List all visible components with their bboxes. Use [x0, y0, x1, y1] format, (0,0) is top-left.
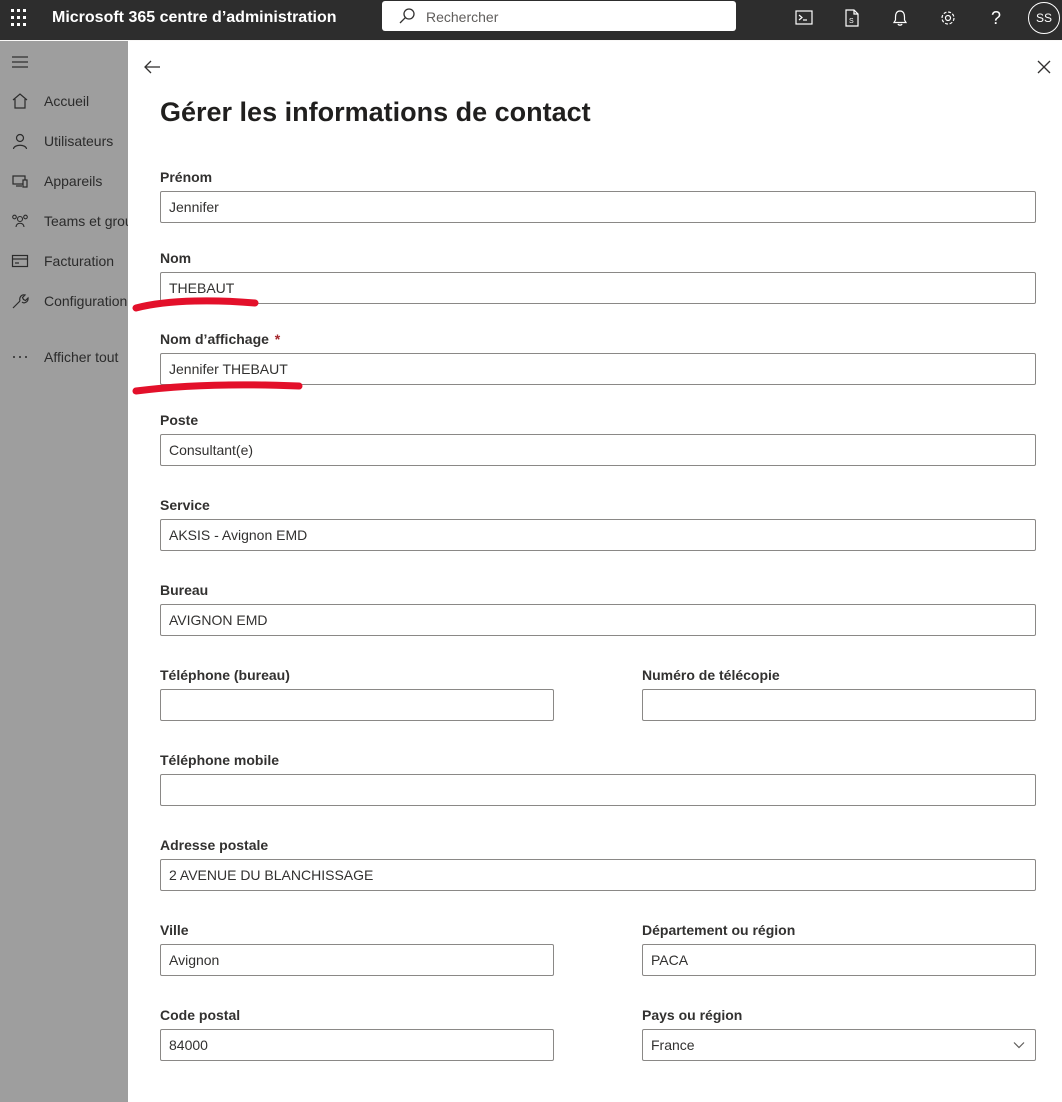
back-arrow-icon[interactable]: [142, 57, 162, 77]
contact-panel: Gérer les informations de contact Prénom…: [128, 41, 1062, 1102]
postal-code-field[interactable]: [160, 1029, 554, 1061]
page-title: Gérer les informations de contact: [160, 97, 591, 127]
office-phone-label: Téléphone (bureau): [160, 667, 290, 683]
search-box[interactable]: Rechercher: [382, 1, 736, 31]
nav-label: Configuration: [44, 293, 128, 309]
help-icon[interactable]: ?: [984, 6, 1008, 30]
gear-icon[interactable]: [936, 6, 960, 30]
required-mark: *: [274, 331, 281, 347]
more-icon: [13, 356, 27, 358]
country-dropdown[interactable]: France: [642, 1029, 1036, 1061]
nav-item-teams[interactable]: Teams et groupes: [0, 209, 128, 233]
office-phone-field[interactable]: [160, 689, 554, 721]
search-icon: [399, 8, 415, 24]
nav-label: Accueil: [44, 93, 90, 109]
address-label: Adresse postale: [160, 837, 269, 853]
app-title[interactable]: Microsoft 365 centre d’administration: [52, 8, 337, 28]
fax-label: Numéro de télécopie: [642, 667, 780, 683]
home-icon: [12, 93, 28, 109]
prenom-field[interactable]: [160, 191, 1036, 223]
postal-code-label: Code postal: [160, 1007, 241, 1023]
nav-label: Utilisateurs: [44, 133, 114, 149]
state-label: Département ou région: [642, 922, 796, 938]
state-field[interactable]: [642, 944, 1036, 976]
fax-field[interactable]: [642, 689, 1036, 721]
nav-item-accueil[interactable]: Accueil: [0, 89, 128, 113]
top-bar: Microsoft 365 centre d’administration Re…: [0, 0, 1062, 40]
mobile-phone-label: Téléphone mobile: [160, 752, 280, 768]
bell-icon[interactable]: [888, 6, 912, 30]
service-field[interactable]: [160, 519, 1036, 551]
nav-label: Afficher tout: [44, 349, 119, 365]
search-placeholder: Rechercher: [426, 9, 499, 25]
poste-field[interactable]: [160, 434, 1036, 466]
left-nav: Accueil Utilisateurs Appareils Teams et …: [0, 41, 128, 1102]
nav-item-facturation[interactable]: Facturation: [0, 249, 128, 273]
wrench-icon: [12, 294, 29, 309]
country-label: Pays ou région: [642, 1007, 743, 1023]
nav-item-appareils[interactable]: Appareils: [0, 169, 128, 193]
city-field[interactable]: [160, 944, 554, 976]
nav-label: Teams et groupes: [44, 213, 128, 229]
mobile-phone-field[interactable]: [160, 774, 1036, 806]
nav-item-afficher-tout[interactable]: Afficher tout: [0, 345, 128, 369]
prenom-label: Prénom: [160, 169, 213, 185]
billing-icon: [11, 254, 29, 268]
nav-label: Appareils: [44, 173, 103, 189]
nom-label: Nom: [160, 250, 192, 266]
chevron-down-icon: [1013, 1042, 1025, 1049]
teams-icon: [12, 214, 28, 228]
address-field[interactable]: [160, 859, 1036, 891]
app-launcher-icon[interactable]: [9, 7, 31, 29]
document-icon[interactable]: S: [840, 6, 864, 30]
devices-icon: [12, 175, 28, 188]
cloud-shell-icon[interactable]: [792, 6, 816, 30]
avatar[interactable]: SS: [1028, 2, 1060, 34]
nav-toggle[interactable]: [0, 50, 128, 74]
nav-label: Facturation: [44, 253, 115, 269]
country-selected-value: France: [651, 1037, 695, 1053]
close-icon[interactable]: [1034, 57, 1054, 77]
person-icon: [12, 133, 28, 150]
display-name-label: Nom d’affichage *: [160, 331, 280, 347]
bureau-field[interactable]: [160, 604, 1036, 636]
bureau-label: Bureau: [160, 582, 209, 598]
svg-text:S: S: [849, 18, 854, 25]
display-name-label-text: Nom d’affichage: [160, 331, 269, 347]
nom-field[interactable]: [160, 272, 1036, 304]
poste-label: Poste: [160, 412, 199, 428]
red-underline-annotation: [132, 381, 303, 395]
red-underline-annotation: [132, 297, 259, 312]
city-label: Ville: [160, 922, 189, 938]
service-label: Service: [160, 497, 210, 513]
hamburger-icon: [12, 56, 28, 68]
nav-item-utilisateurs[interactable]: Utilisateurs: [0, 129, 128, 153]
nav-item-configuration[interactable]: Configuration: [0, 289, 128, 313]
